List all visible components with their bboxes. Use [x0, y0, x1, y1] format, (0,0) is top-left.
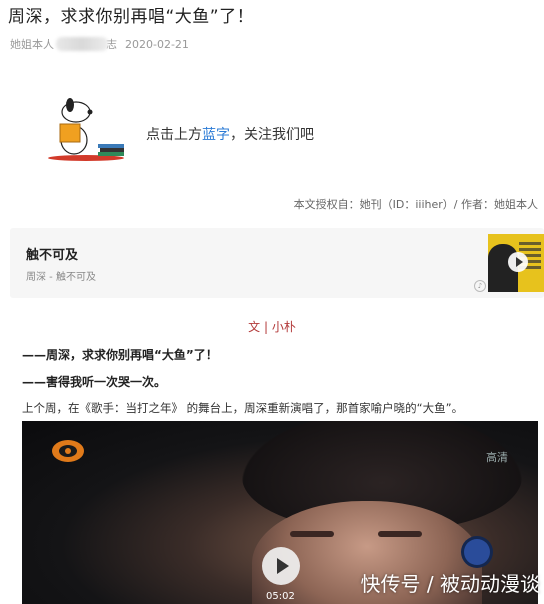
blurred-author-segment [56, 37, 108, 51]
author-name[interactable]: 她姐本人 [10, 38, 54, 51]
video-duration: 05:02 [266, 591, 295, 602]
article-title: 周深，求求你别再唱“大鱼”了！ [8, 7, 255, 27]
article-paragraph: 上个周，在《歌手：当打之年》 的舞台上，周深重新演唱了，那首家喻户晓的“大鱼”。 [22, 401, 464, 415]
song-artist: 周深 - 触不可及 [26, 272, 96, 283]
blue-text-link[interactable]: 蓝字 [202, 127, 230, 143]
bold-intro-line-2: ——害得我听一次哭一次。 [22, 375, 167, 389]
video-frame-earpiece [464, 539, 490, 565]
follow-text-before: 点击上方 [146, 127, 202, 143]
song-title: 触不可及 [26, 248, 79, 263]
video-frame-eye-left [290, 531, 334, 537]
copyright-notice: 本文授权自：她刊（ID：iiiher）/ 作者：她姐本人 [293, 198, 538, 211]
album-cover[interactable] [488, 234, 544, 292]
tv-channel-logo-icon [52, 440, 84, 462]
video-play-icon[interactable] [262, 547, 300, 585]
article-meta: 她姐本人志 2020-02-21 [10, 36, 189, 52]
snoopy-reading-illustration [48, 98, 124, 161]
bold-intro-line-1: ——周深，求求你别再唱“大鱼”了！ [22, 348, 218, 362]
article-byline: 文 | 小朴 [248, 320, 296, 334]
source-watermark: 快传号 / 被动动漫谈 [360, 572, 540, 596]
music-note-icon: ♪ [474, 280, 486, 292]
play-icon[interactable] [508, 252, 528, 272]
music-card[interactable]: 触不可及 周深 - 触不可及 ♪ [10, 228, 544, 298]
follow-prompt: 点击上方蓝字，关注我们吧 [146, 124, 314, 144]
follow-text-after: ，关注我们吧 [230, 127, 314, 143]
video-quality-badge: 高清 [486, 451, 508, 464]
video-frame-eye-right [378, 531, 422, 537]
publish-date: 2020-02-21 [125, 38, 189, 51]
